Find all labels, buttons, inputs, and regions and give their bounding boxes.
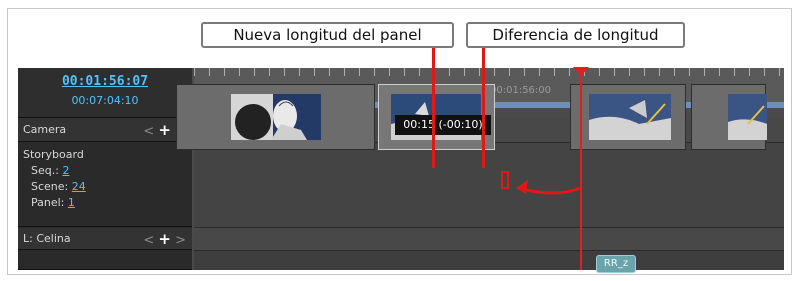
callout-length-difference: Diferencia de longitud: [466, 22, 685, 48]
track-label-celina: L: Celina: [23, 232, 71, 245]
panel-duration-label: 00:15 (-00:10): [395, 115, 491, 135]
track-label-camera: Camera: [23, 123, 67, 136]
total-duration: 00:07:04:10: [71, 94, 139, 107]
track-header-empty: [18, 251, 192, 270]
current-timecode[interactable]: 00:01:56:07: [18, 74, 192, 89]
ruler-ticks: [194, 68, 784, 76]
scene-row: Scene: 24: [23, 179, 192, 195]
panel-image: [231, 94, 321, 140]
panel-thumbnail-3[interactable]: [570, 84, 686, 150]
sequence-row: Seq.: 2: [23, 163, 192, 179]
storyboard-track[interactable]: [194, 143, 784, 228]
track-header-storyboard[interactable]: Storyboard Seq.: 2 Scene: 24 Panel: 1: [18, 143, 192, 227]
track-header-celina[interactable]: L: Celina < + >: [18, 228, 192, 250]
extra-track: [194, 251, 784, 270]
sketch-scene-image: [589, 94, 671, 140]
add-icon[interactable]: +: [158, 121, 171, 139]
sketch-scene-image: [728, 94, 767, 140]
scene-label: Scene:: [31, 180, 69, 193]
callout-new-panel-length: Nueva longitud del panel: [201, 22, 454, 48]
sketch-figure-image: [231, 94, 321, 140]
marker-tag[interactable]: RR_z: [596, 255, 636, 273]
add-icon[interactable]: +: [158, 230, 171, 248]
panel-image: [589, 94, 671, 140]
ruler-tick-label: 00:01:56:00: [490, 85, 552, 96]
storyboard-title: Storyboard: [23, 148, 84, 161]
celina-track[interactable]: [194, 228, 784, 251]
annotation-line-difference: [482, 48, 485, 168]
panel-image: [728, 94, 767, 140]
timecode-display: 00:01:56:07 00:07:04:10: [18, 68, 192, 118]
sequence-link[interactable]: 2: [62, 164, 69, 177]
panel-label: Panel:: [31, 196, 65, 209]
scene-link[interactable]: 24: [72, 180, 86, 193]
panel-row: Panel: 1: [23, 195, 192, 211]
resize-arrow-icon: [501, 171, 581, 195]
panel-link[interactable]: 1: [68, 196, 75, 209]
celina-track-controls: < + >: [143, 228, 186, 252]
track-header-column: 00:01:56:07 00:07:04:10 Camera < + > Sto…: [18, 68, 192, 270]
panel-thumbnail-4[interactable]: [691, 84, 767, 150]
next-icon[interactable]: >: [175, 233, 186, 248]
annotation-line-new-length: [432, 48, 435, 168]
previous-icon[interactable]: <: [143, 233, 154, 248]
previous-icon[interactable]: <: [143, 124, 154, 139]
panel-thumbnail-1[interactable]: [176, 84, 375, 150]
sequence-label: Seq.:: [31, 164, 59, 177]
track-header-camera[interactable]: Camera < + >: [18, 118, 192, 142]
